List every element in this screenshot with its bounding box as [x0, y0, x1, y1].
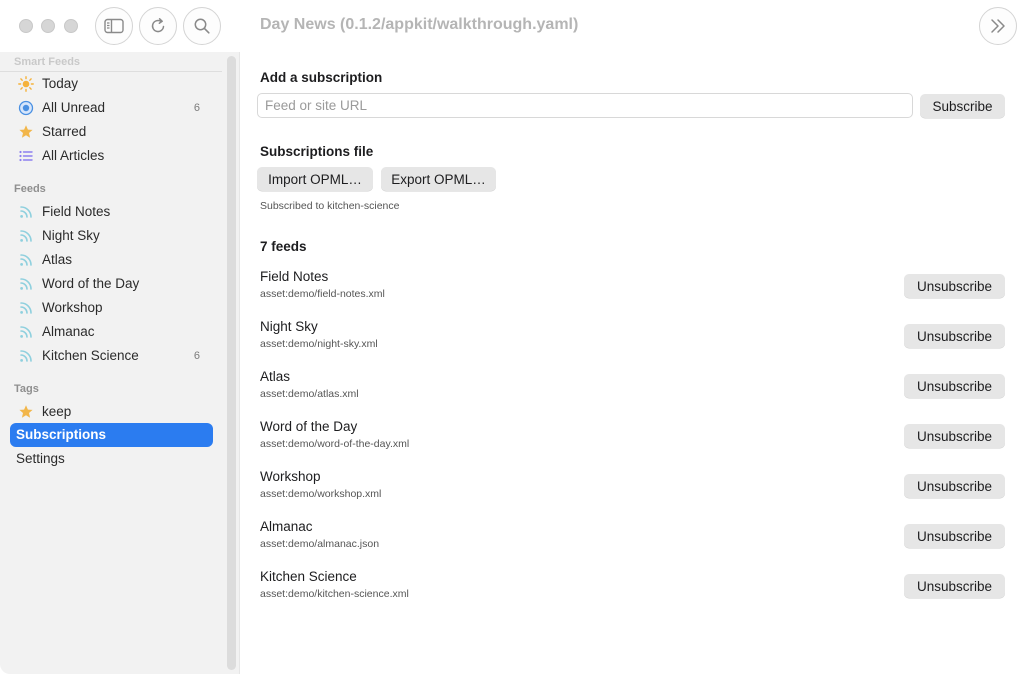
sidebar-item-word-of-the-day[interactable]: Word of the Day — [10, 272, 213, 296]
sidebar-scrollbar[interactable] — [227, 56, 236, 670]
sidebar-item-night-sky[interactable]: Night Sky — [10, 224, 213, 248]
feed-url: asset:demo/workshop.xml — [260, 488, 382, 500]
sidebar-item-starred[interactable]: Starred — [10, 120, 213, 144]
sidebar-item-label: Kitchen Science — [42, 348, 139, 363]
feed-name: Word of the Day — [260, 419, 358, 434]
expand-button[interactable] — [979, 7, 1017, 45]
sidebar-item-kitchen-science[interactable]: Kitchen Science 6 — [10, 344, 213, 368]
rss-icon — [18, 348, 34, 364]
export-opml-button[interactable]: Export OPML… — [381, 167, 496, 191]
feed-name: Atlas — [260, 369, 291, 384]
feeds-count-heading: 7 feeds — [260, 239, 307, 254]
feed-name: Almanac — [260, 519, 313, 534]
feed-url: asset:demo/almanac.json — [260, 538, 380, 550]
feed-row: Atlas asset:demo/atlas.xml Unsubscribe — [260, 369, 1005, 409]
sidebar-item-label: All Articles — [42, 148, 105, 163]
sidebar-item-all-unread[interactable]: All Unread 6 — [10, 96, 213, 120]
unread-circle-icon — [18, 100, 34, 116]
zoom-window-button[interactable] — [64, 19, 78, 33]
rss-icon — [18, 324, 34, 340]
feed-name: Kitchen Science — [260, 569, 357, 584]
subscribe-button[interactable]: Subscribe — [920, 94, 1005, 118]
feed-url-input[interactable] — [257, 93, 913, 118]
sidebar-item-label: Word of the Day — [42, 276, 140, 291]
import-opml-button[interactable]: Import OPML… — [257, 167, 373, 191]
sun-icon — [18, 76, 34, 92]
rss-icon — [18, 228, 34, 244]
sidebar-item-label: Almanac — [42, 324, 95, 339]
feed-name: Field Notes — [260, 269, 329, 284]
feed-url: asset:demo/word-of-the-day.xml — [260, 438, 410, 450]
unsubscribe-button[interactable]: Unsubscribe — [904, 424, 1005, 448]
subscriptions-file-heading: Subscriptions file — [260, 144, 374, 159]
sidebar-item-tag-keep[interactable]: keep — [10, 400, 213, 424]
sidebar-item-label: Starred — [42, 124, 87, 139]
feed-row: Night Sky asset:demo/night-sky.xml Unsub… — [260, 319, 1005, 359]
minimize-window-button[interactable] — [41, 19, 55, 33]
sidebar-item-label: Today — [42, 76, 79, 91]
feed-url: asset:demo/atlas.xml — [260, 388, 359, 400]
search-button[interactable] — [183, 7, 221, 45]
feed-row: Field Notes asset:demo/field-notes.xml U… — [260, 269, 1005, 309]
feed-name: Night Sky — [260, 319, 318, 334]
feed-row: Workshop asset:demo/workshop.xml Unsubsc… — [260, 469, 1005, 509]
list-icon — [18, 148, 34, 164]
feed-row: Word of the Day asset:demo/word-of-the-d… — [260, 419, 1005, 459]
sidebar-item-all-articles[interactable]: All Articles — [10, 144, 213, 168]
rss-icon — [18, 252, 34, 268]
main-content: Add a subscription Subscribe Subscriptio… — [241, 52, 1024, 674]
sidebar-item-today[interactable]: Today — [10, 72, 213, 96]
toggle-sidebar-button[interactable] — [95, 7, 133, 45]
sidebar-item-label: Workshop — [42, 300, 103, 315]
section-label-tags: Tags — [14, 383, 39, 395]
sidebar-item-label: Night Sky — [42, 228, 100, 243]
search-icon — [193, 17, 211, 35]
title-bar: Day News (0.1.2/appkit/walkthrough.yaml) — [0, 0, 1024, 52]
window-title: Day News (0.1.2/appkit/walkthrough.yaml) — [260, 16, 579, 33]
sidebar-item-label: Field Notes — [42, 204, 111, 219]
unsubscribe-button[interactable]: Unsubscribe — [904, 574, 1005, 598]
feed-row: Almanac asset:demo/almanac.json Unsubscr… — [260, 519, 1005, 559]
feed-url: asset:demo/kitchen-science.xml — [260, 588, 409, 600]
sidebar-item-label: keep — [42, 404, 72, 419]
close-window-button[interactable] — [19, 19, 33, 33]
star-icon — [18, 404, 34, 420]
star-icon — [18, 124, 34, 140]
unsubscribe-button[interactable]: Unsubscribe — [904, 374, 1005, 398]
refresh-icon — [149, 17, 167, 35]
unread-count: 6 — [193, 102, 200, 114]
sidebar-item-workshop[interactable]: Workshop — [10, 296, 213, 320]
feed-name: Workshop — [260, 469, 321, 484]
sidebar-item-label: Settings — [16, 451, 65, 466]
section-label-smart-feeds: Smart Feeds — [14, 56, 81, 68]
feed-row: Kitchen Science asset:demo/kitchen-scien… — [260, 569, 1005, 609]
chevron-double-right-icon — [988, 18, 1008, 34]
rss-icon — [18, 300, 34, 316]
sidebar: Smart Feeds Today All Unread 6 Starred A… — [0, 52, 240, 674]
sidebar-item-settings[interactable]: Settings — [10, 447, 213, 471]
unsubscribe-button[interactable]: Unsubscribe — [904, 474, 1005, 498]
sidebar-item-label: Atlas — [42, 252, 73, 267]
feed-url: asset:demo/field-notes.xml — [260, 288, 385, 300]
refresh-button[interactable] — [139, 7, 177, 45]
sidebar-item-almanac[interactable]: Almanac — [10, 320, 213, 344]
feed-url: asset:demo/night-sky.xml — [260, 338, 378, 350]
section-label-feeds: Feeds — [14, 183, 46, 195]
sidebar-item-subscriptions[interactable]: Subscriptions — [10, 423, 213, 447]
rss-icon — [18, 204, 34, 220]
unsubscribe-button[interactable]: Unsubscribe — [904, 324, 1005, 348]
unread-count: 6 — [193, 350, 200, 362]
sidebar-item-atlas[interactable]: Atlas — [10, 248, 213, 272]
sidebar-item-label: All Unread — [42, 100, 106, 115]
sidebar-item-label: Subscriptions — [16, 427, 107, 442]
sidebar-toggle-icon — [104, 18, 124, 34]
add-subscription-heading: Add a subscription — [260, 70, 383, 85]
unsubscribe-button[interactable]: Unsubscribe — [904, 524, 1005, 548]
rss-icon — [18, 276, 34, 292]
unsubscribe-button[interactable]: Unsubscribe — [904, 274, 1005, 298]
app-window: Day News (0.1.2/appkit/walkthrough.yaml)… — [0, 0, 1024, 674]
status-message: Subscribed to kitchen-science — [260, 200, 400, 212]
sidebar-item-field-notes[interactable]: Field Notes — [10, 200, 213, 224]
